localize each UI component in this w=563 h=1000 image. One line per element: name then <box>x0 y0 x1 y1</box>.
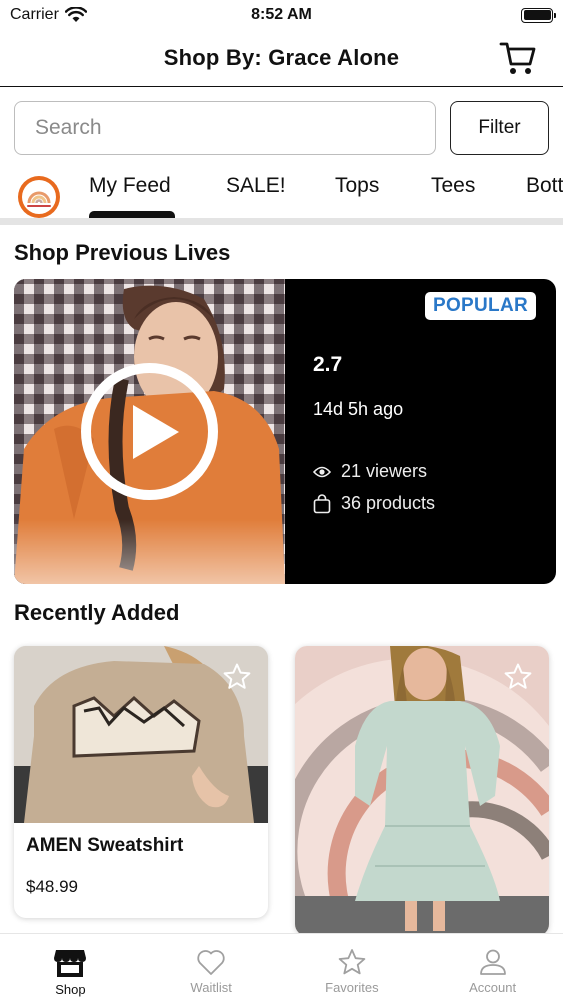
store-icon <box>54 950 87 977</box>
product-name: AMEN Sweatshirt <box>26 835 184 856</box>
rainbow-logo-icon <box>27 191 51 203</box>
nav-label-waitlist: Waitlist <box>190 980 232 995</box>
battery-icon <box>521 7 556 23</box>
star-icon <box>338 949 366 975</box>
favorite-star-icon[interactable] <box>222 662 252 692</box>
viewers-count: 21 viewers <box>341 461 428 481</box>
eye-icon <box>313 466 331 477</box>
heart-icon <box>197 950 225 975</box>
status-bar: Carrier 8:52 AM <box>0 0 563 30</box>
live-info-panel: POPULAR 2.7 14d 5h ago 21 viewers 36 pro… <box>285 279 556 584</box>
store-logo[interactable] <box>18 176 60 218</box>
tab-tops[interactable]: Tops <box>335 174 379 198</box>
filter-button[interactable]: Filter <box>450 101 549 155</box>
wifi-icon <box>64 7 87 22</box>
nav-waitlist[interactable]: Waitlist <box>141 934 282 1000</box>
tab-bottoms[interactable]: Bott <box>526 174 563 198</box>
product-image[interactable] <box>14 646 268 823</box>
bottom-nav: Shop Waitlist Favorites Account <box>0 933 563 1000</box>
play-icon <box>132 404 179 459</box>
shopping-bag-icon <box>313 493 331 513</box>
nav-account[interactable]: Account <box>422 934 563 1000</box>
favorite-star-icon[interactable] <box>503 662 533 692</box>
play-button[interactable] <box>81 363 218 500</box>
nav-label-shop: Shop <box>55 982 86 997</box>
previous-lives-heading: Shop Previous Lives <box>14 240 231 265</box>
person-icon <box>479 949 506 975</box>
products-count: 36 products <box>341 493 436 513</box>
tab-tees[interactable]: Tees <box>431 174 475 198</box>
search-input[interactable] <box>14 101 436 155</box>
products-stat: 36 products <box>313 493 435 514</box>
nav-label-favorites: Favorites <box>325 980 379 995</box>
popular-badge: POPULAR <box>425 292 536 320</box>
category-tabs: My Feed SALE! Tops Tees Bott <box>0 164 563 220</box>
status-time: 8:52 AM <box>251 6 312 23</box>
product-image[interactable] <box>295 646 549 936</box>
product-card[interactable] <box>295 646 549 936</box>
live-thumbnail[interactable] <box>14 279 285 584</box>
cart-icon[interactable] <box>499 40 537 76</box>
section-divider <box>0 218 563 225</box>
product-card[interactable]: AMEN Sweatshirt $48.99 <box>14 646 268 918</box>
nav-favorites[interactable]: Favorites <box>282 934 423 1000</box>
live-replay-card[interactable]: POPULAR 2.7 14d 5h ago 21 viewers 36 pro… <box>14 279 556 584</box>
live-time-ago: 14d 5h ago <box>313 399 404 419</box>
nav-label-account: Account <box>469 980 517 995</box>
carrier-label: Carrier <box>10 6 59 23</box>
recently-added-heading: Recently Added <box>14 600 180 625</box>
tab-sale[interactable]: SALE! <box>226 174 286 198</box>
product-price: $48.99 <box>26 877 78 896</box>
tab-my-feed[interactable]: My Feed <box>89 174 171 198</box>
live-title: 2.7 <box>313 353 343 376</box>
viewers-stat: 21 viewers <box>313 461 427 482</box>
app-header: Shop By: Grace Alone <box>0 30 563 87</box>
nav-shop[interactable]: Shop <box>0 934 141 1000</box>
search-row: Filter <box>14 101 549 155</box>
page-title: Shop By: Grace Alone <box>163 45 400 70</box>
